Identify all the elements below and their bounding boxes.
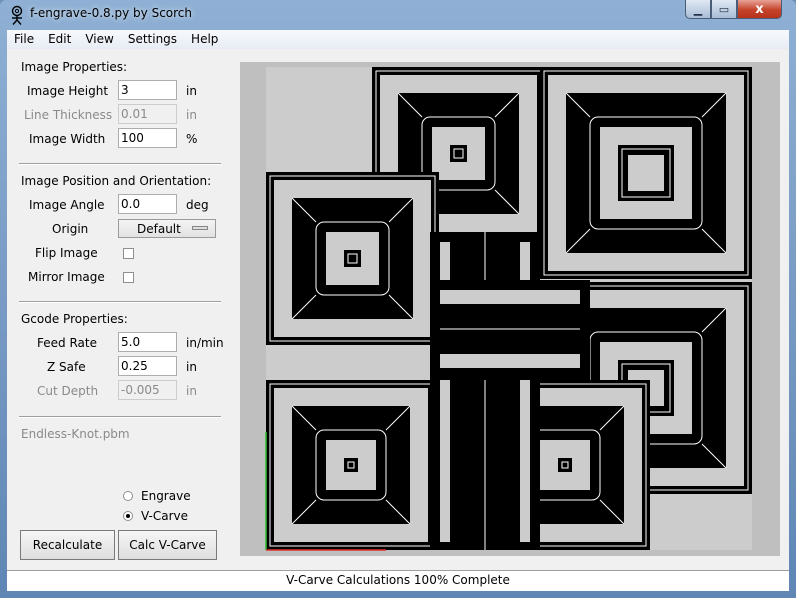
close-button[interactable]: x [737, 0, 782, 19]
minimize-button[interactable]: ▁ [685, 0, 711, 19]
recalculate-button[interactable]: Recalculate [20, 530, 115, 560]
title-bar[interactable]: f-engrave-0.8.py by Scorch ▁ ▭ x [0, 0, 796, 30]
maximize-button[interactable]: ▭ [711, 0, 737, 19]
engrave-label[interactable]: Engrave [141, 489, 191, 503]
z-safe-input[interactable]: 0.25 [118, 356, 177, 376]
knot-preview [265, 67, 752, 551]
window-title: f-engrave-0.8.py by Scorch [30, 6, 192, 20]
file-name: Endless-Knot.pbm [21, 427, 130, 441]
mirror-image-checkbox[interactable] [123, 272, 134, 283]
feed-rate-label: Feed Rate [37, 336, 97, 350]
z-safe-unit: in [186, 360, 197, 374]
menu-help[interactable]: Help [184, 30, 225, 49]
image-width-label: Image Width [29, 132, 106, 146]
mirror-image-label: Mirror Image [28, 270, 105, 284]
menu-edit[interactable]: Edit [41, 30, 78, 49]
image-angle-input[interactable]: 0.0 [118, 194, 177, 214]
cut-depth-input: -0.005 [118, 380, 177, 400]
preview-canvas[interactable] [240, 62, 780, 556]
loop-top-left-inner [450, 145, 467, 162]
origin-dropdown[interactable]: Default [118, 219, 216, 238]
separator [19, 163, 221, 165]
origin-label: Origin [52, 222, 89, 236]
menu-bar: File Edit View Settings Help [7, 30, 789, 49]
image-width-input[interactable]: 100 [118, 128, 177, 148]
maximize-icon: ▭ [718, 2, 730, 16]
separator [19, 301, 221, 303]
center-h-gap [440, 290, 580, 304]
flip-image-checkbox[interactable] [123, 248, 134, 259]
flip-image-label: Flip Image [35, 246, 98, 260]
loop-left-top-inner [344, 250, 361, 267]
cut-depth-unit: in [186, 384, 197, 398]
client-area: File Edit View Settings Help Image Prope… [7, 30, 789, 591]
line-thickness-unit: in [186, 108, 197, 122]
gcode-heading: Gcode Properties: [21, 312, 128, 326]
menu-view[interactable]: View [78, 30, 120, 49]
close-icon: x [755, 1, 764, 17]
menu-file[interactable]: File [7, 30, 41, 49]
image-height-label: Image Height [27, 84, 109, 98]
origin-value: Default [137, 222, 181, 236]
calc-vcarve-button[interactable]: Calc V-Carve [118, 530, 217, 560]
center-h-gap [440, 354, 580, 368]
image-width-unit: % [186, 132, 198, 146]
separator [19, 416, 221, 418]
app-window: f-engrave-0.8.py by Scorch ▁ ▭ x File Ed… [0, 0, 796, 598]
image-height-input[interactable]: 3 [118, 80, 177, 100]
app-icon [11, 5, 23, 25]
loop-bottom-left-inner [344, 458, 358, 472]
menu-settings[interactable]: Settings [121, 30, 184, 49]
vcarve-radio[interactable] [123, 511, 133, 521]
image-angle-label: Image Angle [29, 198, 105, 212]
z-safe-label: Z Safe [47, 360, 86, 374]
loop-top-right-core [628, 155, 664, 191]
image-angle-unit: deg [186, 198, 209, 212]
engrave-radio[interactable] [123, 491, 133, 501]
line-thickness-input: 0.01 [118, 104, 177, 124]
image-height-unit: in [186, 84, 197, 98]
line-thickness-label: Line Thickness [24, 108, 113, 122]
minimize-icon: ▁ [693, 2, 703, 16]
vcarve-label[interactable]: V-Carve [141, 509, 188, 523]
feed-rate-unit: in/min [186, 336, 224, 350]
cut-depth-label: Cut Depth [37, 384, 99, 398]
feed-rate-input[interactable]: 5.0 [118, 332, 177, 352]
position-heading: Image Position and Orientation: [21, 174, 212, 188]
dropdown-indicator-icon [192, 226, 208, 230]
status-bar: V-Carve Calculations 100% Complete [7, 570, 789, 591]
image-properties-heading: Image Properties: [21, 60, 128, 74]
loop-bottom-mid-inner [558, 458, 572, 472]
